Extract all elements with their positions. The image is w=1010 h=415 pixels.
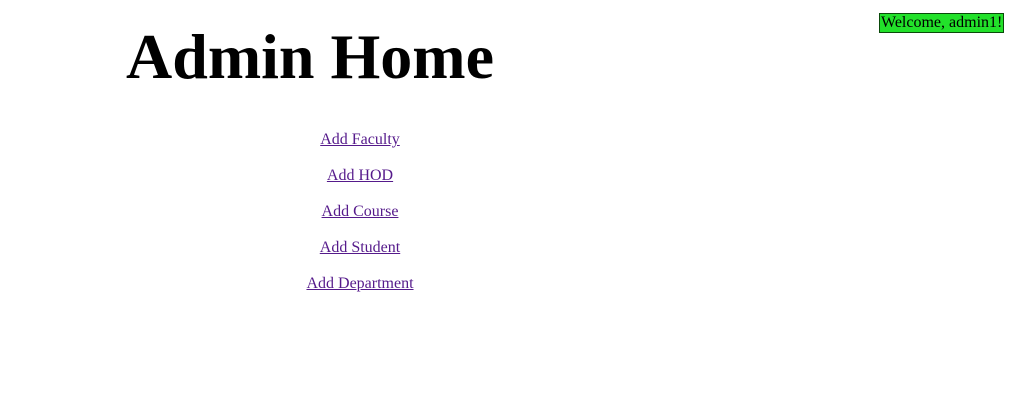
add-hod-link[interactable]: Add HOD xyxy=(327,167,393,184)
list-item: Add Department xyxy=(260,274,460,310)
welcome-badge: Welcome, admin1! xyxy=(879,13,1005,33)
add-department-link[interactable]: Add Department xyxy=(306,275,413,292)
list-item: Add HOD xyxy=(260,166,460,202)
page-title: Admin Home xyxy=(126,21,494,92)
add-course-link[interactable]: Add Course xyxy=(322,203,399,220)
list-item: Add Faculty xyxy=(260,130,460,166)
admin-home-page: Welcome, admin1! Admin Home Add Faculty … xyxy=(0,0,1010,415)
add-faculty-link[interactable]: Add Faculty xyxy=(320,131,400,148)
list-item: Add Course xyxy=(260,202,460,238)
add-student-link[interactable]: Add Student xyxy=(320,239,400,256)
admin-actions-list: Add Faculty Add HOD Add Course Add Stude… xyxy=(260,130,460,310)
list-item: Add Student xyxy=(260,238,460,274)
